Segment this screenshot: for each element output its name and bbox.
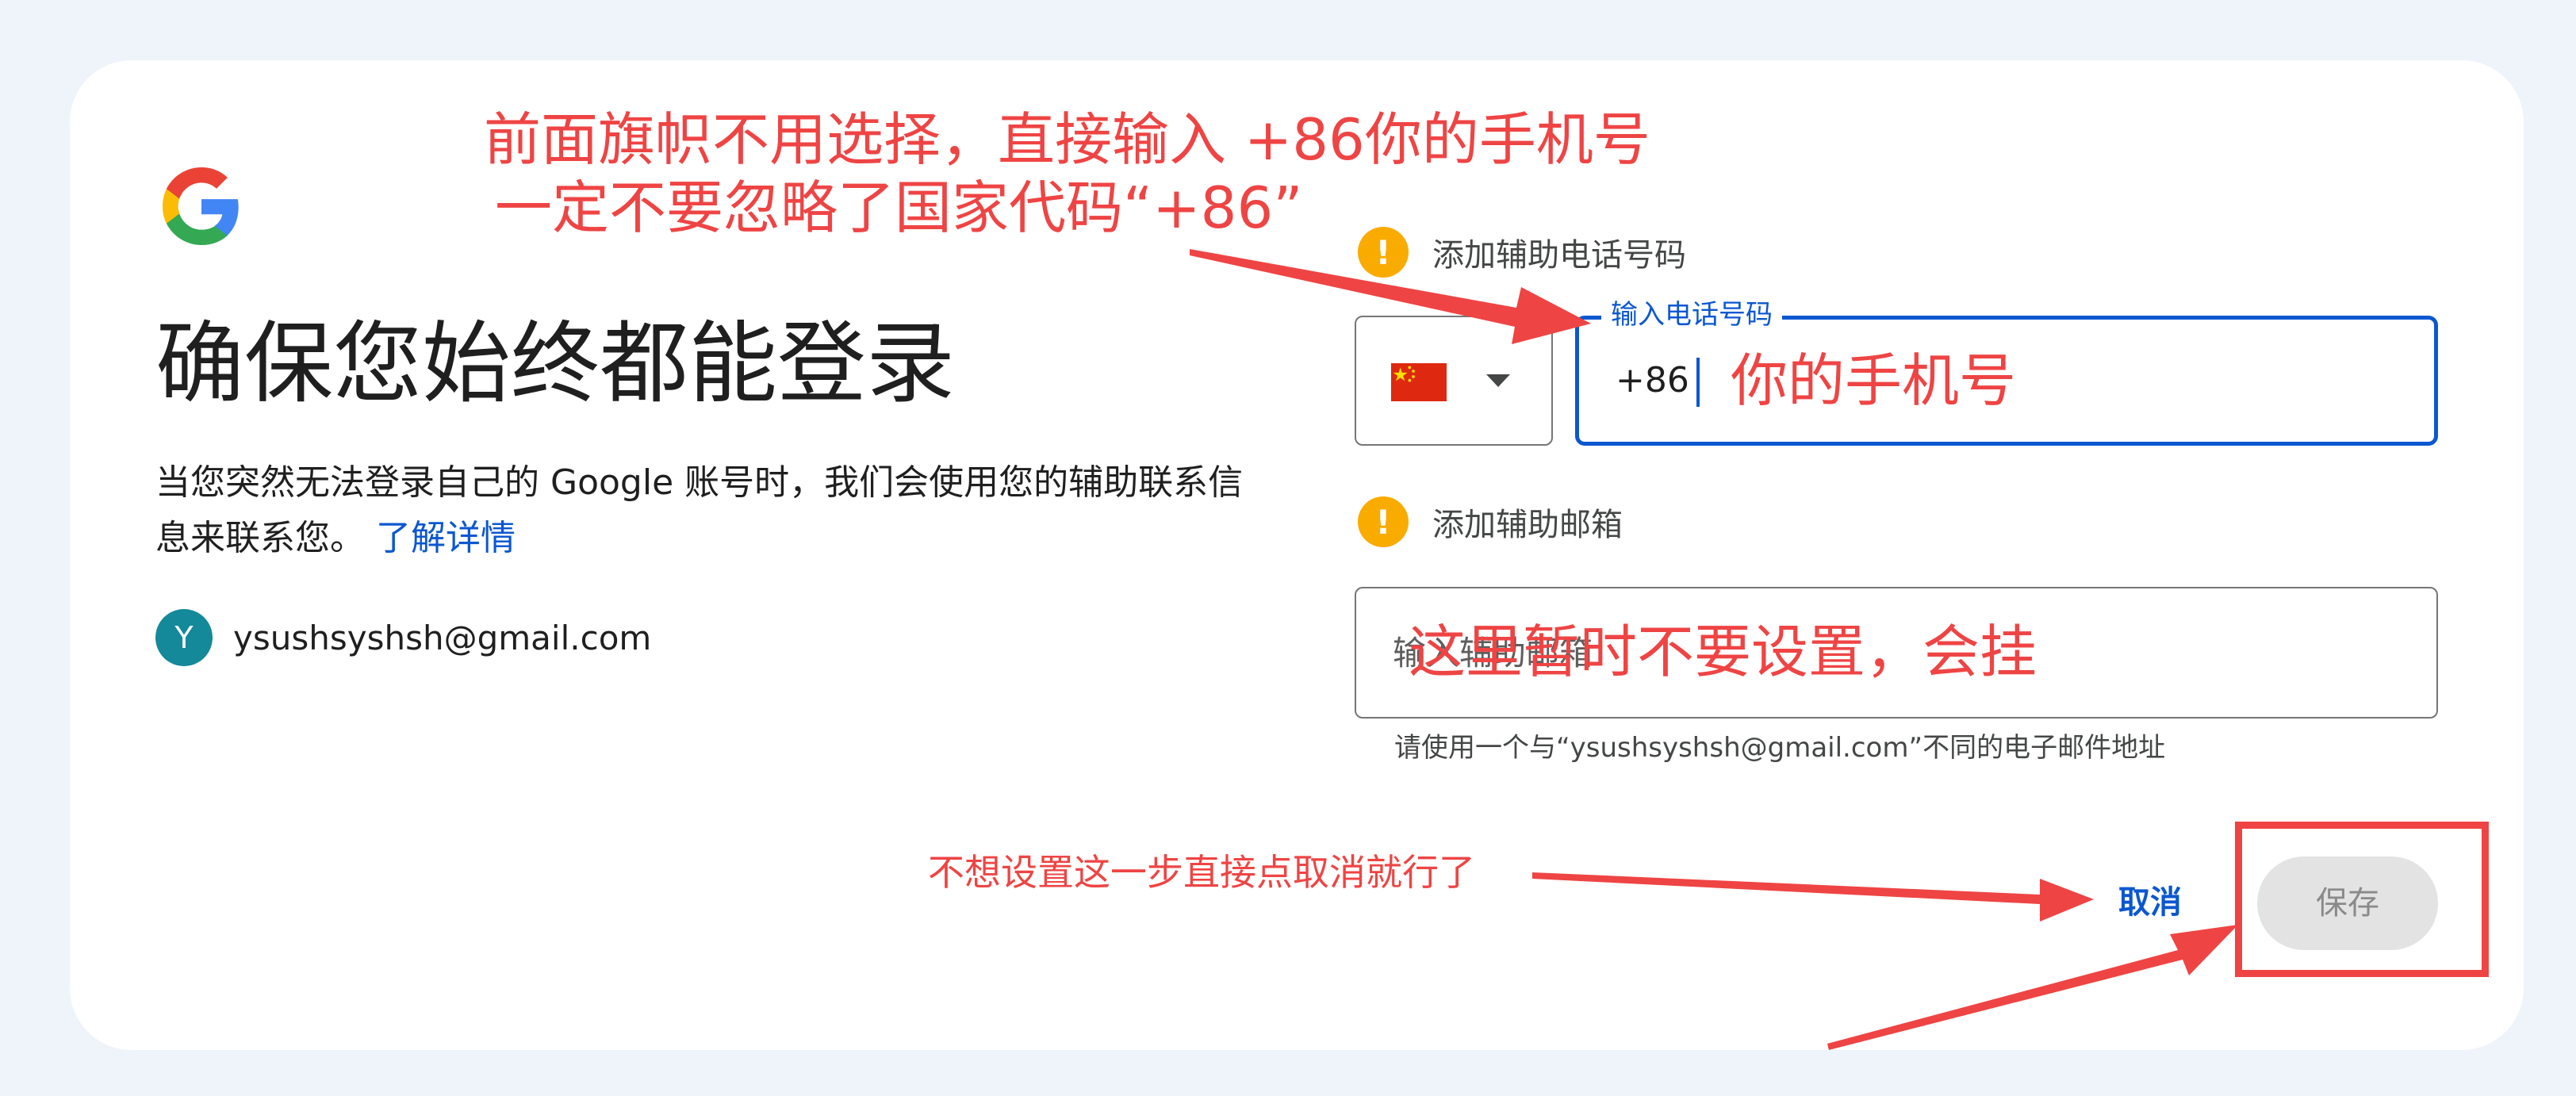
text-cursor <box>1696 358 1700 407</box>
phone-prefix: +86 <box>1616 360 1689 400</box>
page-title: 确保您始终都能登录 <box>155 312 955 416</box>
annotation-cancel-hint: 不想设置这一步直接点取消就行了 <box>928 851 1475 894</box>
annotation-email-hint: 这里暂时不要设置，会挂 <box>1409 619 2037 685</box>
page-description: 当您突然无法登录自己的 Google 账号时，我们会使用您的辅助联系信息来联系您… <box>155 455 1250 566</box>
account-chip: Y ysushsyshsh@gmail.com <box>155 609 651 666</box>
avatar: Y <box>155 609 213 666</box>
annotation-line2: 一定不要忽略了国家代码“+86” <box>495 174 1303 241</box>
cancel-button[interactable]: 取消 <box>2103 874 2197 931</box>
china-flag-icon <box>1391 363 1447 401</box>
annotation-line1: 前面旗帜不用选择，直接输入 +86你的手机号 <box>484 106 1650 173</box>
phone-field-label: 输入电话号码 <box>1601 296 1782 334</box>
email-warning-label: 添加辅助邮箱 <box>1432 507 1623 543</box>
warning-icon: ! <box>1358 227 1409 278</box>
phone-warning-row: ! 添加辅助电话号码 <box>1358 227 1686 278</box>
country-selector[interactable] <box>1355 316 1553 446</box>
google-logo <box>163 167 239 245</box>
learn-more-link[interactable]: 了解详情 <box>376 518 516 558</box>
warning-icon: ! <box>1358 496 1409 547</box>
account-email: ysushsyshsh@gmail.com <box>233 618 652 657</box>
chevron-down-icon <box>1486 374 1510 387</box>
annotation-highlight-box <box>2235 822 2489 977</box>
recovery-email-helper: 请使用一个与“ysushsyshsh@gmail.com”不同的电子邮件地址 <box>1394 732 2166 764</box>
annotation-phone-hint: 你的手机号 <box>1731 347 2017 414</box>
email-warning-row: ! 添加辅助邮箱 <box>1358 496 1623 547</box>
description-text: 当您突然无法登录自己的 Google 账号时，我们会使用您的辅助联系信息来联系您… <box>155 462 1244 558</box>
phone-warning-label: 添加辅助电话号码 <box>1432 237 1686 274</box>
